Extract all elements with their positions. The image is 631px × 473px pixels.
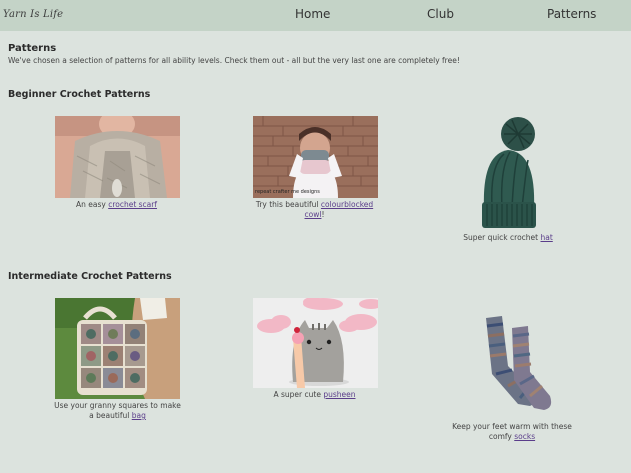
page-intro: We've chosen a selection of patterns for… <box>8 56 460 65</box>
crochet-scarf-link[interactable]: crochet scarf <box>108 200 157 209</box>
intermediate-section-title: Intermediate Crochet Patterns <box>8 271 172 282</box>
cowl-caption-suffix: ! <box>321 210 325 219</box>
hat-caption: Super quick crochet hat <box>448 233 568 243</box>
bag-caption: Use your granny squares to make a beauti… <box>54 401 181 421</box>
brand-logo[interactable]: Yarn Is Life <box>3 9 63 20</box>
top-nav-bar: Yarn Is Life Home Club Patterns <box>0 0 631 31</box>
nav-home-link[interactable]: Home <box>295 7 330 21</box>
beginner-section-title: Beginner Crochet Patterns <box>8 89 151 100</box>
bag-caption-text: Use your granny squares to make a beauti… <box>54 401 181 420</box>
scarf-caption-text: An easy <box>75 200 106 209</box>
page-title: Patterns <box>8 43 57 54</box>
comfy-socks-link[interactable]: socks <box>514 432 535 441</box>
cowl-pattern-card: repeat crafter me designs Try this beaut… <box>252 116 379 220</box>
scarf-caption: An easy crochet scarf <box>54 200 179 210</box>
pusheen-pattern-card: A super cute pusheen <box>252 298 379 400</box>
pusheen-link[interactable]: pusheen <box>323 390 355 399</box>
cowl-image[interactable]: repeat crafter me designs <box>253 116 378 198</box>
bag-image[interactable] <box>55 298 180 399</box>
pusheen-image[interactable] <box>253 298 378 388</box>
pusheen-caption-text: A super cute <box>273 390 321 399</box>
socks-pattern-card: Keep your feet warm with these comfy soc… <box>452 314 572 442</box>
cowl-caption: Try this beautiful colourblocked cowl! <box>252 200 377 220</box>
pusheen-caption: A super cute pusheen <box>252 390 377 400</box>
crochet-hat-link[interactable]: hat <box>540 233 552 242</box>
scarf-image[interactable] <box>55 116 180 198</box>
cowl-caption-text: Try this beautiful <box>255 200 319 209</box>
socks-caption: Keep your feet warm with these comfy soc… <box>452 422 572 442</box>
socks-caption-text: Keep your feet warm with these comfy <box>452 422 572 441</box>
nav-club-link[interactable]: Club <box>427 7 454 21</box>
cowl-image-watermark: repeat crafter me designs <box>255 189 320 195</box>
scarf-pattern-card: An easy crochet scarf <box>54 116 181 210</box>
hat-image[interactable] <box>462 116 554 231</box>
granny-square-bag-link[interactable]: bag <box>132 411 146 420</box>
bag-pattern-card: Use your granny squares to make a beauti… <box>54 298 181 421</box>
socks-image[interactable] <box>468 314 556 420</box>
nav-patterns-link[interactable]: Patterns <box>547 7 596 21</box>
hat-pattern-card: Super quick crochet hat <box>448 116 568 243</box>
hat-caption-text: Super quick crochet <box>463 233 539 242</box>
